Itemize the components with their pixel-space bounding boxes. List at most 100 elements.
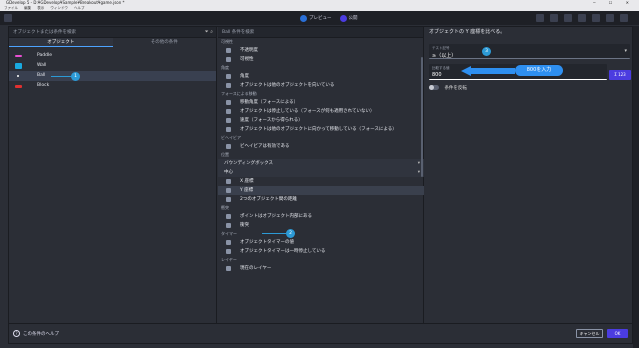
test-sign-select[interactable]: テスト記号 ≥（以上） ▾ [429,44,630,59]
condition-group-header: フォースによる移動 [221,91,257,96]
project-manager-icon[interactable] [4,14,12,22]
condition-label: 衝突 [240,223,249,228]
right-sidebar-strip [633,26,639,348]
condition-icon [226,127,231,132]
condition-icon [226,109,231,114]
chevron-down-icon: ▾ [417,170,420,175]
publish-button[interactable]: 公開 [349,15,358,21]
parameters-pane: オブジェクトの Y 座標を比べる。 テスト記号 ≥（以上） ▾ 3 比較する値 … [425,27,634,323]
condition-item-y-position[interactable]: Y 座標 [218,186,424,195]
condition-icon [226,214,231,219]
condition-label: オブジェクトは他のオブジェクトを向いている [240,83,335,88]
callout-2: 2 [286,229,295,238]
object-tabs: オブジェクト その他の条件 [9,38,216,47]
filter-icon[interactable]: ⏷ ⌕ [205,27,213,38]
condition-item[interactable]: 2つのオブジェクト間の距離 [218,195,424,204]
condition-item[interactable]: オブジェクトは他のオブジェクトに向かって移動している（フォースによる） [218,125,424,134]
condition-item[interactable]: オブジェクトタイマーは一時停止している [218,247,424,256]
condition-description-text: オブジェクトの Y 座標を比べる。 [429,29,506,35]
condition-group-header: ビヘイビア [221,135,241,140]
object-item-block[interactable]: Block [9,81,216,91]
condition-label: オブジェクトは他のオブジェクトに向かって移動している（フォースによる） [240,127,397,132]
cancel-button[interactable]: キャンセル [576,329,603,338]
condition-icon [226,83,231,88]
menu-file[interactable]: ファイル [4,6,18,10]
condition-item[interactable]: オブジェクトは他のオブジェクトを向いている [218,81,424,90]
object-search-input[interactable]: オブジェクトまたは条件を検索 ⏷ ⌕ [9,27,216,38]
condition-icon [226,48,231,53]
object-item-ball[interactable]: Ball [9,71,216,81]
condition-item[interactable]: ポイントはオブジェクト内部にある [218,212,424,221]
condition-label: 速度（フォースから得られる） [240,118,303,123]
condition-icon [226,249,231,254]
menu-view[interactable]: 表示 [37,6,44,10]
dialog-footer: ? この条件のヘルプ キャンセル OK [9,323,632,343]
condition-label: 不透明度 [240,48,258,53]
condition-pane: Ball 条件を検索 可視性 不透明度 可視性 角度 角度 オブジェクトは他のオブジェクト… [218,27,424,323]
condition-folder[interactable]: バウンディングボックス ▾ [218,159,424,168]
invert-label: 条件を反転 [444,86,467,91]
condition-item[interactable]: 衝突 [218,221,424,230]
condition-icon [226,240,231,245]
ok-button[interactable]: OK [607,329,628,338]
objects-panel-icon[interactable] [536,14,544,22]
expression-editor-button[interactable]: Σ 123 [609,70,631,80]
condition-item[interactable]: 現在のレイヤー [218,264,424,273]
toolbar: プレビュー 公開 [0,11,639,25]
paddle-icon [15,55,22,57]
callout-1: 1 [71,72,80,81]
condition-label: X 座標 [240,179,254,184]
undo-icon[interactable] [592,14,600,22]
condition-item[interactable]: 速度（フォースから得られる） [218,116,424,125]
annotation-label: 800を入力 [515,65,563,76]
object-item-wall[interactable]: Wall [9,61,216,71]
invert-toggle[interactable] [429,85,439,90]
condition-item[interactable]: ビヘイビアは有効である [218,142,424,151]
condition-folder[interactable]: 中心 ▾ [218,168,424,177]
settings-icon[interactable] [620,14,628,22]
preview-controls: プレビュー 公開 [300,14,364,22]
condition-search-input[interactable]: Ball 条件を検索 [218,27,423,38]
condition-label: ポイントはオブジェクト内部にある [240,214,312,219]
help-link[interactable]: ? この条件のヘルプ [13,330,59,337]
menu-help[interactable]: ヘルプ [74,6,85,10]
wall-icon [15,63,22,69]
annotation-arrow [461,66,515,76]
preview-button[interactable]: プレビュー [309,15,332,21]
menu-window[interactable]: ウィンドウ [50,6,68,10]
condition-item[interactable]: オブジェクトは停止している（フォースが何も適用されていない） [218,107,424,116]
instances-panel-icon[interactable] [578,14,586,22]
condition-item[interactable]: 可視性 [218,55,424,64]
preview-icon[interactable] [300,14,307,22]
condition-item[interactable]: X 座標 [218,177,424,186]
condition-icon [226,197,231,202]
tab-objects[interactable]: オブジェクト [9,38,113,47]
redo-icon[interactable] [606,14,614,22]
condition-item[interactable]: 角度 [218,72,424,81]
condition-dialog: オブジェクトまたは条件を検索 ⏷ ⌕ オブジェクト その他の条件 Paddle … [8,26,633,344]
condition-icon [226,118,231,123]
invert-condition-row[interactable]: 条件を反転 [429,85,467,93]
condition-group-header: 衝突 [221,205,229,210]
condition-item[interactable]: オブジェクトタイマーの値 [218,238,424,247]
condition-icon [226,223,231,228]
chevron-down-icon: ▾ [624,48,627,54]
condition-group-header: タイマー [221,231,237,236]
callout-1-line [51,76,71,77]
callout-2-line [262,233,286,234]
ball-icon [17,75,19,77]
properties-panel-icon[interactable] [550,14,558,22]
layers-panel-icon[interactable] [564,14,572,22]
object-item-paddle[interactable]: Paddle [9,51,216,61]
condition-label: 可視性 [240,57,254,62]
publish-icon[interactable] [339,14,347,22]
condition-list-scrollbar[interactable] [421,57,423,177]
condition-icon [226,179,231,184]
condition-label: 現在のレイヤー [240,266,272,271]
condition-item[interactable]: 不透明度 [218,46,424,55]
condition-label: オブジェクトタイマーの値 [240,240,294,245]
condition-group-header: 位置 [221,152,229,157]
tab-other-conditions[interactable]: その他の条件 [113,38,217,47]
condition-item[interactable]: 移動角度（フォースによる） [218,98,424,107]
menu-edit[interactable]: 編集 [24,6,31,10]
